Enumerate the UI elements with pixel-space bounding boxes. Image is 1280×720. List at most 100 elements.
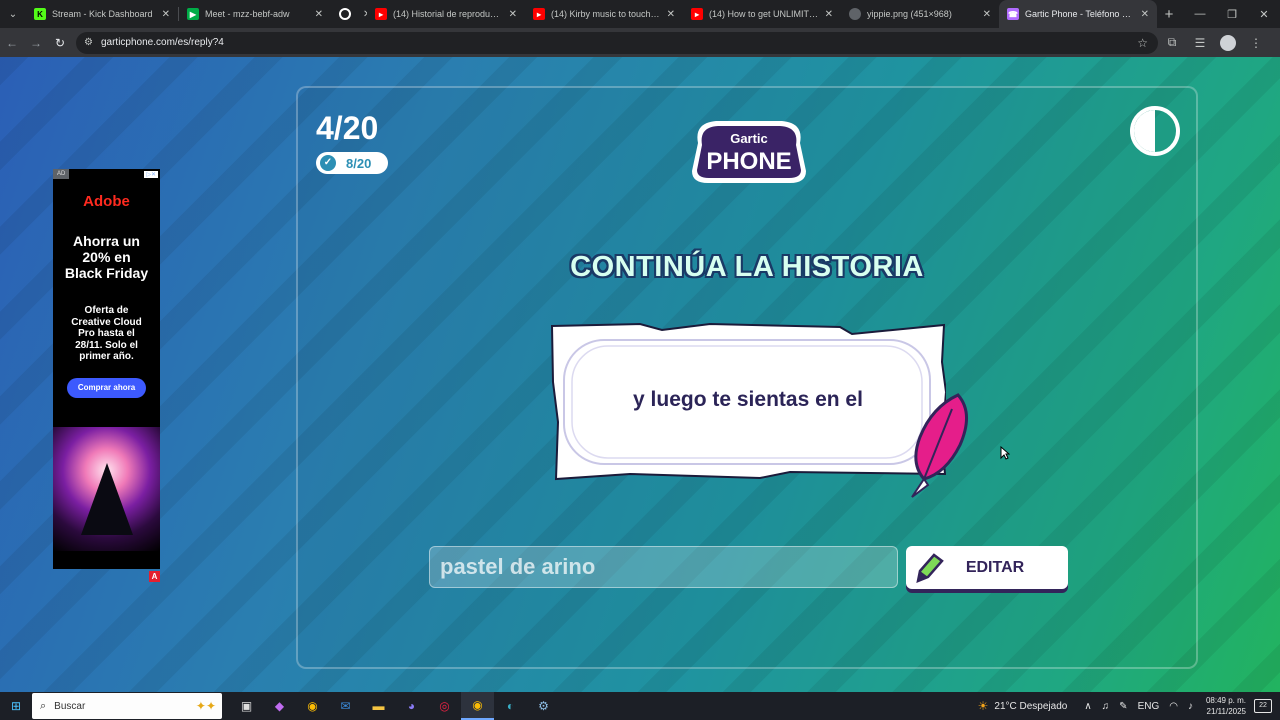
notifications-icon[interactable]: 22	[1254, 699, 1272, 713]
timer-fill	[1134, 110, 1155, 152]
extensions-icon[interactable]: ⧉	[1158, 35, 1186, 50]
clock-date: 21/11/2025	[1206, 707, 1246, 716]
close-icon[interactable]: ✕	[983, 9, 991, 20]
copilot-icon[interactable]: ◆	[263, 692, 296, 720]
advertisement[interactable]: AD ▷✕ Adobe Ahorra un 20% en Black Frida…	[53, 169, 160, 569]
tab-meet[interactable]: ▶ Meet - mzz-bebf-adw ✕	[179, 0, 331, 28]
tab-yippie-image[interactable]: yippie.png (451×968) ✕	[841, 0, 999, 28]
windows-taskbar: ⊞ ⌕ Buscar ✦✦ ▣ ◆ ◉ ✉ ▬ ◕ ◎ ◉ ◐ ⚙ ☀ 21°C…	[0, 692, 1280, 720]
chrome-icon[interactable]: ◉	[296, 692, 329, 720]
gartic-phone-logo: Gartic PHONE	[692, 121, 806, 183]
close-icon[interactable]: ✕	[825, 9, 833, 20]
search-label: Buscar	[54, 700, 86, 712]
minimize-icon[interactable]: —	[1184, 8, 1216, 20]
browser-tab-strip: ⌄ K Stream - Kick Dashboard ✕ ▶ Meet - m…	[0, 0, 1280, 28]
tab-title: Gartic Phone - Teléfono Descon	[1025, 9, 1135, 19]
pencil-icon	[916, 552, 944, 583]
globe-icon	[849, 8, 861, 20]
record-icon	[339, 8, 351, 20]
story-text: y luego te sientas en el	[633, 388, 863, 411]
obs-icon[interactable]: ◎	[428, 692, 461, 720]
system-tray: ☀ 21°C Despejado ∧ ♫ ✎ ENG ◠ ♪ 08:49 p. …	[978, 692, 1280, 720]
site-info-icon[interactable]: ⚙	[84, 37, 93, 48]
tab-title: yippie.png (451×968)	[867, 9, 952, 19]
language-indicator[interactable]: ENG	[1138, 701, 1160, 712]
tab-title: Meet - mzz-bebf-adw	[205, 9, 290, 19]
menu-icon[interactable]: ⋮	[1242, 36, 1270, 50]
tab-youtube-unlimited[interactable]: ▸ (14) How to get UNLIMITED pla ✕	[683, 0, 841, 28]
forward-icon[interactable]: →	[24, 36, 48, 50]
timer-icon	[1130, 106, 1180, 156]
kick-icon: K	[34, 8, 46, 20]
back-icon[interactable]: ←	[0, 36, 24, 50]
adobe-logo-icon: A	[149, 571, 160, 582]
youtube-icon: ▸	[533, 8, 545, 20]
outlook-icon[interactable]: ✉	[329, 692, 362, 720]
check-icon: ✓	[320, 155, 336, 171]
tab-title: (14) Historial de reproduccione	[393, 9, 503, 19]
app-icon[interactable]: ◐	[494, 692, 527, 720]
new-tab-button[interactable]: +	[1157, 6, 1181, 23]
youtube-icon: ▸	[375, 8, 387, 20]
tab-search-button[interactable]: ⌄	[0, 0, 26, 28]
close-icon[interactable]: ✕	[315, 9, 323, 20]
tab-recording[interactable]: ✕	[331, 0, 367, 28]
tab-title: (14) Kirby music to touch grass	[551, 9, 661, 19]
close-icon[interactable]: ✕	[1141, 9, 1149, 20]
ad-cta-button[interactable]: Comprar ahora	[67, 378, 146, 398]
bookmark-star-icon[interactable]: ☆	[1137, 36, 1148, 50]
logo-top-text: Gartic	[730, 131, 768, 146]
close-icon[interactable]: ✕	[509, 9, 517, 20]
wifi-icon[interactable]: ◠	[1169, 701, 1178, 712]
weather-icon: ☀	[977, 699, 989, 713]
tab-gartic-phone[interactable]: ☎ Gartic Phone - Teléfono Descon ✕	[999, 0, 1157, 28]
ad-choices-icon[interactable]: ▷✕	[144, 171, 158, 178]
chevron-up-icon[interactable]: ∧	[1084, 701, 1091, 712]
edit-button[interactable]: EDITAR	[906, 546, 1068, 589]
reading-list-icon[interactable]: ☰	[1186, 36, 1214, 50]
tab-title: Stream - Kick Dashboard	[52, 9, 153, 19]
tab-youtube-history[interactable]: ▸ (14) Historial de reproduccione ✕	[367, 0, 525, 28]
mouse-cursor-icon	[1000, 446, 1010, 460]
reload-icon[interactable]: ↻	[48, 36, 72, 50]
ad-artwork	[53, 427, 160, 551]
copilot-spark-icon: ✦✦	[195, 699, 216, 713]
profile-avatar[interactable]	[1220, 34, 1236, 51]
quill-icon	[911, 393, 968, 498]
tab-youtube-kirby[interactable]: ▸ (14) Kirby music to touch grass ✕	[525, 0, 683, 28]
youtube-icon: ▸	[691, 8, 703, 20]
tab-kick[interactable]: K Stream - Kick Dashboard ✕	[26, 0, 178, 28]
page-viewport: AD ▷✕ Adobe Ahorra un 20% en Black Frida…	[0, 57, 1280, 692]
ready-players-badge: ✓ 8/20	[316, 152, 388, 174]
steam-icon[interactable]: ⚙	[527, 692, 560, 720]
task-view-icon[interactable]: ▣	[230, 692, 263, 720]
windows-start-icon[interactable]: ⊞	[0, 699, 32, 713]
ad-label: AD	[53, 169, 70, 179]
answer-input[interactable]: pastel de arino	[429, 546, 898, 588]
taskbar-search[interactable]: ⌕ Buscar ✦✦	[32, 693, 222, 719]
clock[interactable]: 08:49 p. m. 21/11/2025	[1206, 695, 1246, 717]
address-bar[interactable]: ⚙ garticphone.com/es/reply?4 ☆	[76, 31, 1158, 54]
close-icon[interactable]: ✕	[667, 9, 675, 20]
chrome-active-icon[interactable]: ◉	[461, 692, 494, 720]
prompt-title: CONTINÚA LA HISTORIA	[570, 251, 924, 283]
weather-widget[interactable]: ☀ 21°C Despejado	[978, 699, 1068, 713]
pen-icon[interactable]: ✎	[1119, 701, 1127, 712]
ad-headline: Ahorra un 20% en Black Friday	[64, 233, 149, 281]
headset-icon[interactable]: ♫	[1102, 701, 1110, 712]
browser-toolbar: ← → ↻ ⚙ garticphone.com/es/reply?4 ☆ ⧉ ☰…	[0, 28, 1280, 57]
edit-button-label: EDITAR	[965, 558, 1025, 576]
volume-icon[interactable]: ♪	[1188, 701, 1193, 712]
file-explorer-icon[interactable]: ▬	[362, 692, 395, 720]
close-window-icon[interactable]: ✕	[1248, 8, 1280, 21]
game-panel: 4/20 ✓ 8/20 Gartic PHONE CONTINÚA LA HIS…	[296, 86, 1198, 669]
logo-bottom-text: PHONE	[706, 148, 791, 175]
ad-body: Oferta de Creative Cloud Pro hasta el 28…	[71, 305, 142, 362]
maximize-icon[interactable]: ❐	[1216, 8, 1248, 21]
close-icon[interactable]: ✕	[162, 9, 170, 20]
ready-count: 8/20	[346, 155, 372, 171]
url-text: garticphone.com/es/reply?4	[100, 37, 224, 48]
discord-icon[interactable]: ◕	[395, 692, 428, 720]
ad-brand: Adobe	[83, 193, 130, 210]
weather-text: 21°C Despejado	[994, 700, 1068, 712]
